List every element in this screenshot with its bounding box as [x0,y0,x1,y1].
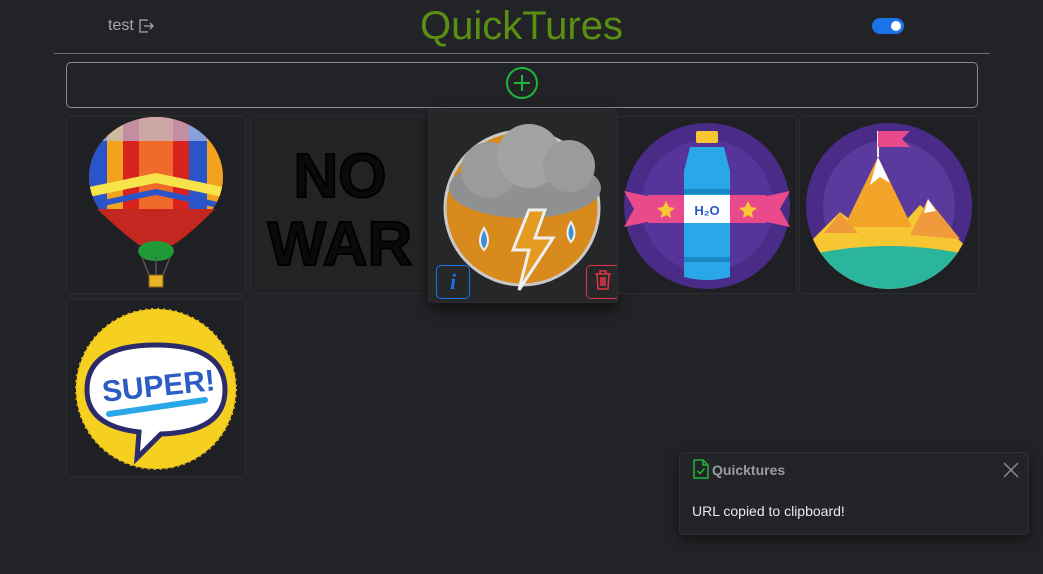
mountain-flag-image [806,123,972,289]
theme-toggle[interactable] [872,18,904,34]
toast-message: URL copied to clipboard! [692,503,845,519]
toggle-knob [891,21,901,31]
image-tile[interactable]: NO WAR [250,116,430,294]
image-tile[interactable]: SUPER! [66,299,246,477]
delete-button[interactable] [586,265,617,299]
image-tile[interactable]: H₂O [617,116,797,294]
add-image-button[interactable] [66,62,978,108]
water-bottle-image: H₂O [624,123,790,289]
file-check-icon [693,459,709,484]
close-icon[interactable] [1002,461,1020,484]
toast-notification: Quicktures URL copied to clipboard! [679,452,1029,535]
info-icon: i [449,269,457,294]
svg-text:H₂O: H₂O [694,203,719,218]
info-button[interactable]: i [436,265,470,299]
toast-title: Quicktures [712,462,786,478]
svg-text:WAR: WAR [268,210,413,279]
super-speech-bubble-image: SUPER! [75,308,237,470]
image-tile-selected[interactable]: i [428,109,618,303]
svg-text:NO: NO [294,142,387,211]
toast-header: Quicktures [680,453,1028,487]
no-war-image: NO WAR [251,117,429,293]
image-tile[interactable] [799,116,979,294]
trash-icon [593,269,613,296]
image-tile[interactable] [66,116,246,294]
plus-circle-icon [505,66,539,105]
hot-air-balloon-image [89,117,223,288]
